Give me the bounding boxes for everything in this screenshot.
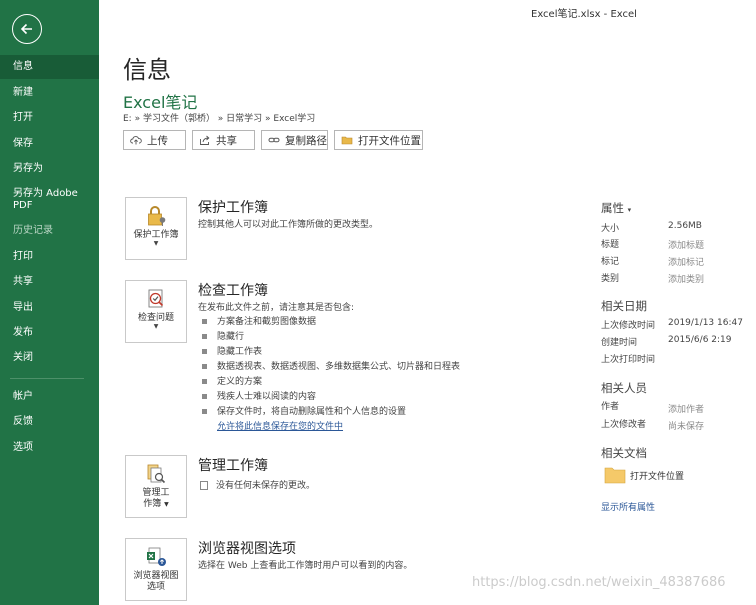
list-item: 保存文件时，将自动删除属性和个人信息的设置 xyxy=(202,404,406,417)
browser-view-options-button[interactable]: 浏览器视图 选项 xyxy=(125,538,187,601)
browser-view-options-title: 浏览器视图选项 xyxy=(198,541,296,557)
file-title: Excel笔记 xyxy=(123,93,198,112)
author-label: 作者 xyxy=(601,402,620,412)
sidebar-item-save[interactable]: 保存 xyxy=(0,138,99,150)
inspect-document-icon xyxy=(148,289,164,308)
browser-view-options-label-line1: 浏览器视图 xyxy=(133,571,179,581)
protect-workbook-desc: 控制其他人可以对此工作簿所做的更改类型。 xyxy=(198,220,379,230)
show-all-properties-link[interactable]: 显示所有属性 xyxy=(601,500,655,513)
breadcrumb: E: » 学习文件（郭桥） » 日常学习 » Excel学习 xyxy=(123,114,316,124)
list-item: 方案备注和截剪图像数据 xyxy=(202,314,316,327)
chevron-down-icon: ▾ xyxy=(627,206,632,214)
sidebar-divider xyxy=(10,378,84,379)
browser-view-options-label-line2: 选项 xyxy=(146,582,165,592)
category-field[interactable]: 添加类别 xyxy=(668,272,704,285)
chevron-down-icon: ▼ xyxy=(153,240,159,247)
manage-workbook-desc: 没有任何未保存的更改。 xyxy=(200,478,315,491)
modified-value: 2019/1/13 16:47 xyxy=(668,318,743,328)
lock-key-icon xyxy=(148,206,166,226)
created-label: 创建时间 xyxy=(601,338,638,348)
copy-path-button[interactable]: 复制路径 xyxy=(261,130,328,150)
upload-label: 上传 xyxy=(147,134,168,147)
sidebar-item-feedback[interactable]: 反馈 xyxy=(0,416,99,428)
window-title: Excel笔记.xlsx - Excel xyxy=(531,9,637,20)
manage-workbook-button[interactable]: 管理工 作簿 ▼ xyxy=(125,455,187,518)
last-modified-by-label: 上次修改者 xyxy=(601,420,647,430)
back-arrow-icon xyxy=(20,23,32,35)
share-label: 共享 xyxy=(216,134,237,147)
sidebar-item-save-as-pdf[interactable]: 另存为 Adobe PDF xyxy=(0,188,90,212)
protect-workbook-button[interactable]: 保护工作簿 ▼ xyxy=(125,197,187,260)
allow-save-info-link[interactable]: 允许将此信息保存在您的文件中 xyxy=(217,419,343,432)
title-field[interactable]: 添加标题 xyxy=(668,238,704,251)
folder-icon xyxy=(604,467,626,484)
upload-button[interactable]: 上传 xyxy=(123,130,186,150)
title-label: 标题 xyxy=(601,240,620,250)
related-people-heading: 相关人员 xyxy=(601,381,647,395)
sidebar-item-print[interactable]: 打印 xyxy=(0,251,99,263)
share-button[interactable]: 共享 xyxy=(192,130,255,150)
manage-workbook-title: 管理工作簿 xyxy=(198,458,268,474)
chevron-down-icon: ▼ xyxy=(164,501,169,508)
list-item: 残疾人士难以阅读的内容 xyxy=(202,389,316,402)
category-label: 类别 xyxy=(601,274,620,284)
manage-workbook-label-line2: 作簿 ▼ xyxy=(143,499,169,509)
properties-heading[interactable]: 属性 ▾ xyxy=(601,200,631,216)
manage-workbook-label-line1: 管理工 xyxy=(142,488,170,498)
sidebar-item-export[interactable]: 导出 xyxy=(0,302,99,314)
sidebar-item-save-as[interactable]: 另存为 xyxy=(0,163,99,175)
open-file-location-label: 打开文件位置 xyxy=(358,134,421,147)
sidebar-item-open[interactable]: 打开 xyxy=(0,112,99,124)
folder-icon xyxy=(341,134,353,146)
share-icon xyxy=(199,134,211,146)
open-file-location-button[interactable]: 打开文件位置 xyxy=(334,130,423,150)
related-open-file-location-label: 打开文件位置 xyxy=(630,471,685,482)
author-field[interactable]: 添加作者 xyxy=(668,402,704,415)
tag-field[interactable]: 添加标记 xyxy=(668,255,704,268)
list-item: 数据透视表、数据透视图、多维数据集公式、切片器和日程表 xyxy=(202,359,460,372)
related-documents-heading: 相关文档 xyxy=(601,446,647,460)
created-value: 2015/6/6 2:19 xyxy=(668,335,732,345)
document-icon xyxy=(200,481,208,490)
inspect-workbook-desc: 在发布此文件之前，请注意其是否包含: xyxy=(198,303,355,313)
sidebar-item-publish[interactable]: 发布 xyxy=(0,327,99,339)
list-item: 定义的方案 xyxy=(202,374,262,387)
sidebar-item-close[interactable]: 关闭 xyxy=(0,352,99,364)
sidebar-item-options[interactable]: 选项 xyxy=(0,442,99,454)
backstage-sidebar: 信息 新建 打开 保存 另存为 另存为 Adobe PDF 历史记录 打印 共享… xyxy=(0,0,99,605)
upload-cloud-icon xyxy=(130,134,142,146)
back-button[interactable] xyxy=(12,14,42,44)
excel-browser-icon xyxy=(147,547,166,566)
modified-label: 上次修改时间 xyxy=(601,321,656,331)
related-dates-heading: 相关日期 xyxy=(601,299,647,313)
printed-label: 上次打印时间 xyxy=(601,355,656,365)
check-for-issues-button[interactable]: 检查问题 ▼ xyxy=(125,280,187,343)
protect-workbook-title: 保护工作簿 xyxy=(198,200,268,216)
list-item: 隐藏工作表 xyxy=(202,344,262,357)
browser-view-options-desc: 选择在 Web 上查看此工作簿时用户可以看到的内容。 xyxy=(198,561,413,571)
chevron-down-icon: ▼ xyxy=(153,323,159,330)
inspect-workbook-title: 检查工作簿 xyxy=(198,283,268,299)
page-title: 信息 xyxy=(123,56,171,84)
link-icon xyxy=(268,134,280,146)
related-open-file-location[interactable]: 打开文件位置 xyxy=(604,466,684,484)
copy-path-label: 复制路径 xyxy=(285,134,327,147)
size-label: 大小 xyxy=(601,224,620,234)
size-value: 2.56MB xyxy=(668,221,702,231)
watermark: https://blog.csdn.net/weixin_48387686 xyxy=(472,575,726,590)
sidebar-item-share[interactable]: 共享 xyxy=(0,276,99,288)
manage-workbook-icon xyxy=(147,464,166,484)
sidebar-item-info[interactable]: 信息 xyxy=(0,55,99,79)
tag-label: 标记 xyxy=(601,257,620,267)
sidebar-item-history: 历史记录 xyxy=(13,225,53,236)
sidebar-item-new[interactable]: 新建 xyxy=(0,87,99,99)
sidebar-item-account[interactable]: 帐户 xyxy=(0,391,99,403)
list-item: 隐藏行 xyxy=(202,329,244,342)
last-modified-by-value: 尚未保存 xyxy=(668,422,705,432)
